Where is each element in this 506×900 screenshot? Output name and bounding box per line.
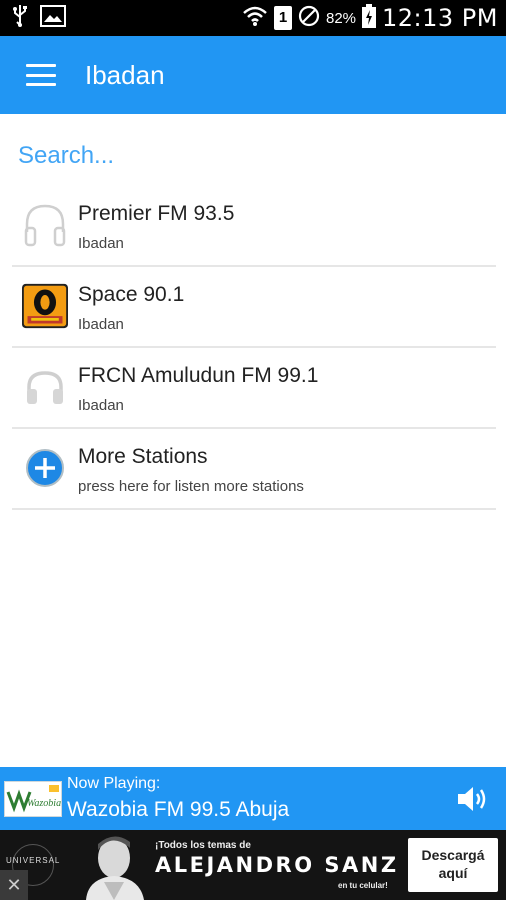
station-list: Premier FM 93.5 Ibadan Space 90.1 Ibadan… [12,186,496,510]
volume-icon[interactable] [456,784,490,814]
hamburger-menu-icon[interactable] [26,64,56,86]
more-stations-subtitle: press here for listen more stations [78,478,304,495]
station-name: FRCN Amuludun FM 99.1 [78,364,319,387]
wazobia-logo-icon: Wazobia [4,781,62,817]
more-stations-title: More Stations [78,445,208,468]
station-name: Space 90.1 [78,283,185,306]
station-name: Premier FM 93.5 [78,202,235,225]
now-playing-label: Now Playing: [67,775,161,792]
more-stations-item[interactable]: More Stations press here for listen more… [12,429,496,510]
close-ad-icon[interactable]: ✕ [0,870,28,900]
status-bar-left [0,4,66,33]
app-screen: 1 82% 12:13 PM Ibadan Premier FM 93.5 Ib… [0,0,506,900]
space-logo-icon [22,283,68,329]
status-bar-right: 1 82% 12:13 PM [242,3,506,33]
station-item-space-fm[interactable]: Space 90.1 Ibadan [12,267,496,348]
station-item-frcn-amuludun[interactable]: FRCN Amuludun FM 99.1 Ibadan [12,348,496,429]
station-location: Ibadan [78,235,124,252]
now-playing-bar[interactable]: Wazobia Now Playing: Wazobia FM 99.5 Abu… [0,767,506,830]
app-bar: Ibadan [0,36,506,114]
ad-artist-image [78,834,148,900]
station-location: Ibadan [78,397,124,414]
ad-headline: ALEJANDRO SANZ [155,853,399,877]
ad-download-button[interactable]: Descargá aquí [408,838,498,892]
wifi-icon [242,5,268,32]
ad-headline-small: ¡Todos los temas de [155,840,251,851]
headphones-icon [22,364,68,410]
page-title: Ibadan [85,59,165,90]
station-location: Ibadan [78,316,124,333]
status-bar: 1 82% 12:13 PM [0,0,506,36]
ad-banner[interactable]: UNIVERSAL ¡Todos los temas de ALEJANDRO … [0,830,506,900]
do-not-disturb-icon [298,5,320,32]
headphones-icon [22,202,68,248]
ad-brand: UNIVERSAL [6,856,61,865]
clock: 12:13 PM [382,4,498,32]
station-item-premier-fm[interactable]: Premier FM 93.5 Ibadan [12,186,496,267]
sim-icon: 1 [273,6,292,30]
battery-percent: 82% [325,9,357,27]
now-playing-station: Wazobia FM 99.5 Abuja [67,798,290,821]
search-input[interactable] [18,138,488,174]
image-icon [40,4,66,32]
usb-icon [12,4,28,33]
add-circle-icon [22,445,68,491]
ad-headline-tiny: en tu celular! [338,881,388,890]
svg-text:Wazobia: Wazobia [27,798,61,809]
battery-charging-icon [362,3,377,33]
